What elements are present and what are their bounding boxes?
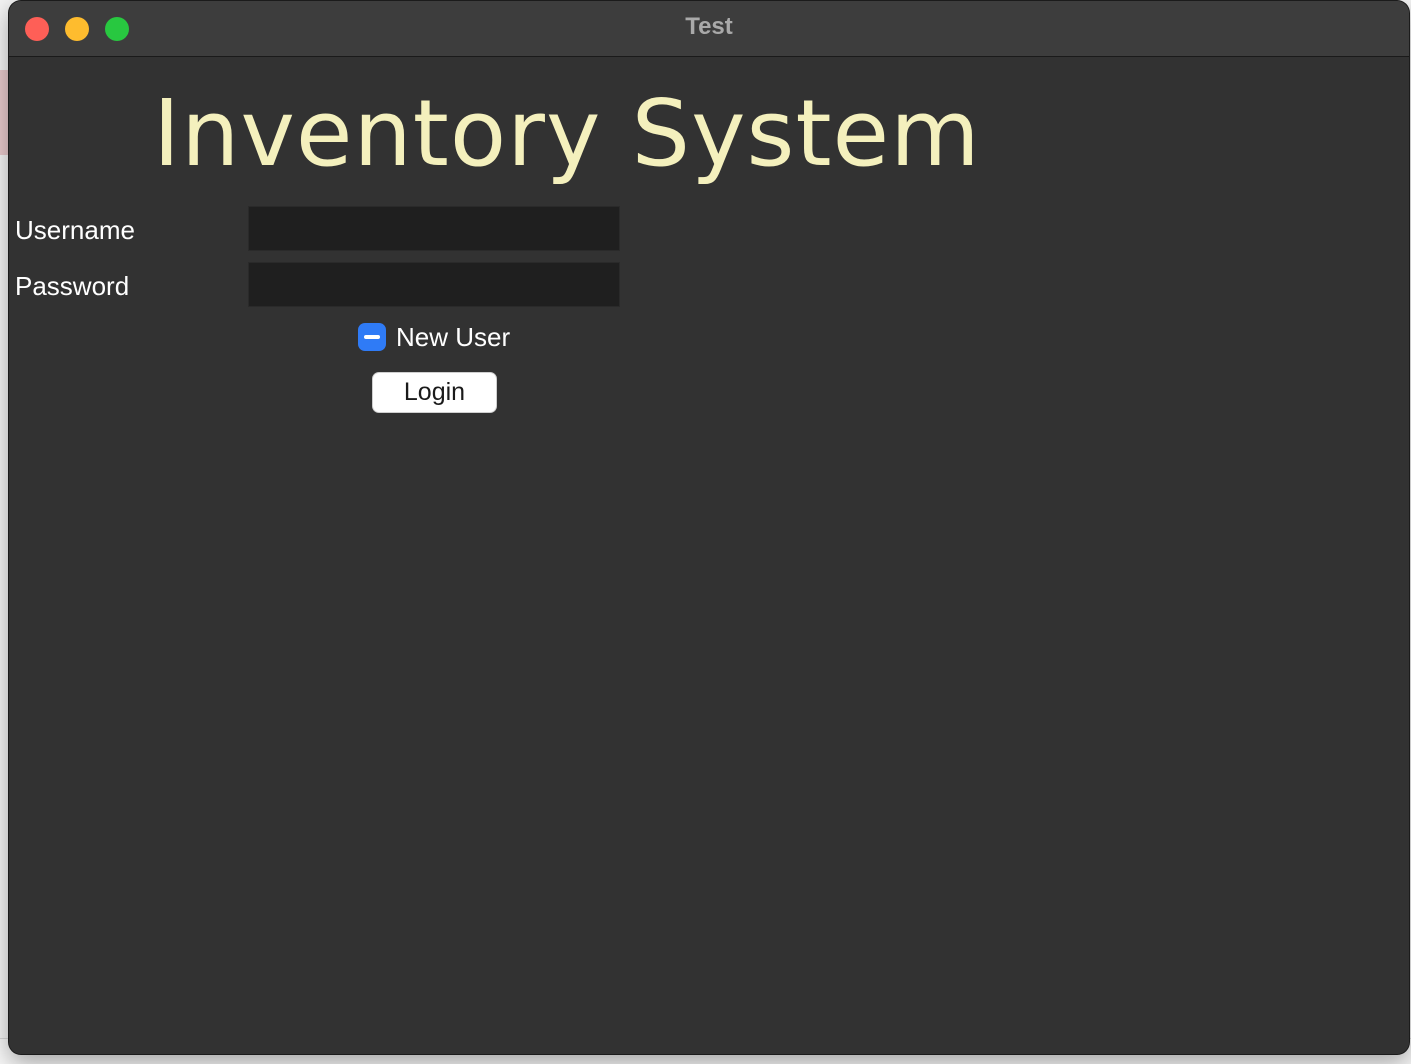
title-bar[interactable]: Test: [9, 1, 1409, 57]
password-input[interactable]: [248, 262, 620, 307]
main-content: Inventory System Username Password New U…: [9, 57, 1409, 1054]
username-label: Username: [15, 215, 135, 245]
new-user-checkbox[interactable]: [358, 323, 386, 351]
password-label: Password: [15, 271, 130, 301]
window-title: Test: [685, 13, 733, 40]
app-window: Test Inventory System Username Password …: [9, 1, 1409, 1054]
app-heading: Inventory System: [153, 80, 981, 187]
username-input[interactable]: [248, 206, 620, 251]
new-user-label[interactable]: New User: [396, 322, 510, 353]
login-button[interactable]: Login: [372, 372, 497, 413]
indeterminate-dash-icon: [364, 335, 380, 339]
new-user-checkbox-row[interactable]: New User: [358, 321, 510, 353]
